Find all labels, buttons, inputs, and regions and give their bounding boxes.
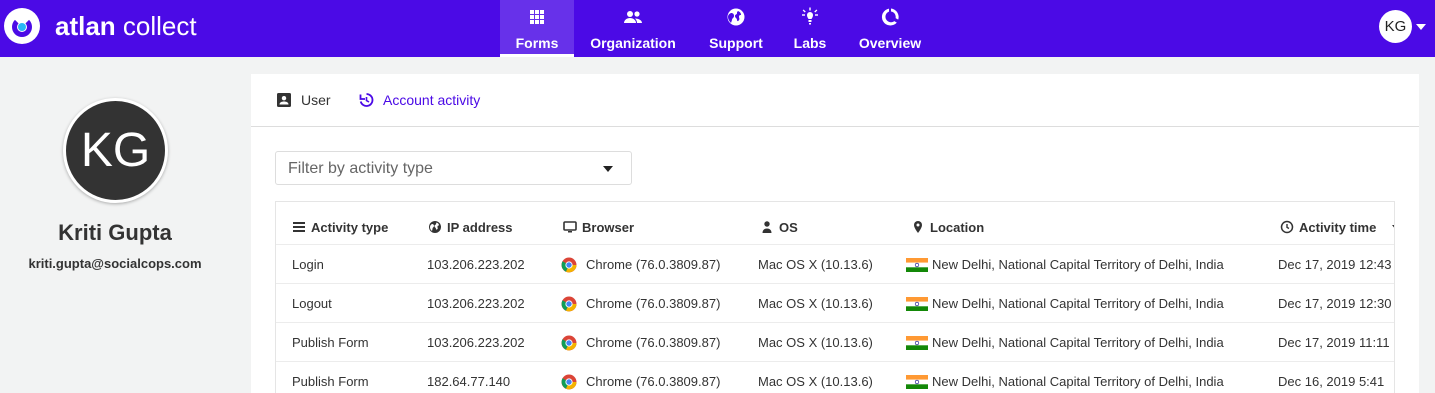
table-row[interactable]: Publish Form 103.206.223.202 Chrome (76.… [276, 323, 1394, 362]
cell-ip-address: 103.206.223.202 [427, 296, 525, 311]
activity-type-filter[interactable]: Filter by activity type [275, 151, 632, 185]
nav-labs-label: Labs [793, 35, 827, 51]
nav-labs[interactable]: Labs [785, 0, 835, 57]
contact-card-icon [277, 93, 291, 107]
cell-os: Mac OS X (10.13.6) [758, 335, 873, 350]
nav-forms-label: Forms [515, 35, 559, 51]
chrome-icon [561, 335, 577, 351]
user-avatar-button[interactable]: KG [1379, 10, 1412, 43]
nav-support[interactable]: Support [703, 0, 769, 57]
table-header-row: Activity type IP address Browser OS Loca… [276, 202, 1394, 245]
india-flag-icon [906, 375, 928, 389]
india-flag-icon [906, 297, 928, 311]
cell-os: Mac OS X (10.13.6) [758, 374, 873, 389]
bulb-icon [802, 7, 818, 25]
cell-ip-address: 182.64.77.140 [427, 374, 511, 389]
nav-organization-label: Organization [590, 35, 676, 51]
filter-placeholder: Filter by activity type [288, 160, 433, 177]
cell-activity-type: Logout [292, 296, 332, 311]
cell-activity-type: Publish Form [292, 335, 369, 350]
india-flag-icon [906, 336, 928, 350]
cell-activity-time: Dec 17, 2019 12:30 [1278, 296, 1392, 311]
map-pin-icon [914, 221, 922, 233]
tab-user-label: User [301, 92, 331, 108]
chrome-icon [561, 374, 577, 390]
cell-activity-time: Dec 16, 2019 5:41 [1278, 374, 1385, 389]
india-flag-icon [906, 258, 928, 272]
nav-forms[interactable]: Forms [500, 0, 574, 57]
table-row[interactable]: Logout 103.206.223.202 Chrome (76.0.3809… [276, 284, 1394, 323]
top-navigation-bar: atlan collect Forms Organization Support [0, 0, 1435, 57]
globe-icon [727, 8, 745, 26]
sort-descending-icon[interactable] [1392, 225, 1394, 230]
cell-activity-time: Dec 17, 2019 12:43 [1278, 257, 1392, 272]
nav-overview[interactable]: Overview [852, 0, 928, 57]
nav-support-label: Support [709, 35, 763, 51]
tab-account-activity-label: Account activity [383, 92, 481, 108]
cell-os: Mac OS X (10.13.6) [758, 257, 873, 272]
table-row[interactable]: Publish Form 182.64.77.140 Chrome (76.0.… [276, 362, 1394, 393]
globe-icon [429, 221, 441, 233]
activity-table: Activity type IP address Browser OS Loca… [275, 201, 1395, 393]
profile-name: Kriti Gupta [58, 220, 172, 245]
chevron-down-icon[interactable] [1416, 24, 1426, 30]
people-icon [624, 11, 642, 23]
tab-account-activity[interactable]: Account activity [358, 90, 498, 110]
chrome-icon [561, 257, 577, 273]
account-panel: User Account activity Filter by activity… [251, 74, 1419, 393]
person-icon [762, 221, 772, 233]
cell-ip-address: 103.206.223.202 [427, 335, 525, 350]
list-icon [293, 222, 305, 232]
cell-activity-type: Publish Form [292, 374, 369, 389]
grid-icon [530, 10, 544, 24]
chrome-icon [561, 296, 577, 312]
history-icon [359, 93, 374, 107]
nav-organization[interactable]: Organization [585, 0, 681, 57]
cell-os: Mac OS X (10.13.6) [758, 296, 873, 311]
profile-email: kriti.gupta@socialcops.com [28, 256, 202, 271]
tab-user[interactable]: User [276, 90, 336, 110]
donut-icon [881, 8, 899, 26]
cell-ip-address: 103.206.223.202 [427, 257, 525, 272]
monitor-icon [563, 221, 577, 233]
tab-bar: User Account activity [251, 74, 1419, 127]
atlan-logo-icon[interactable] [4, 8, 40, 44]
brand-name: atlan collect [55, 11, 197, 41]
clock-icon [1280, 220, 1294, 234]
cell-activity-time: Dec 17, 2019 11:11 [1278, 335, 1390, 350]
nav-overview-label: Overview [858, 35, 922, 51]
cell-activity-type: Login [292, 257, 324, 272]
table-row[interactable]: Login 103.206.223.202 Chrome (76.0.3809.… [276, 245, 1394, 284]
profile-avatar: KG [63, 98, 168, 203]
chevron-down-icon [603, 166, 613, 172]
